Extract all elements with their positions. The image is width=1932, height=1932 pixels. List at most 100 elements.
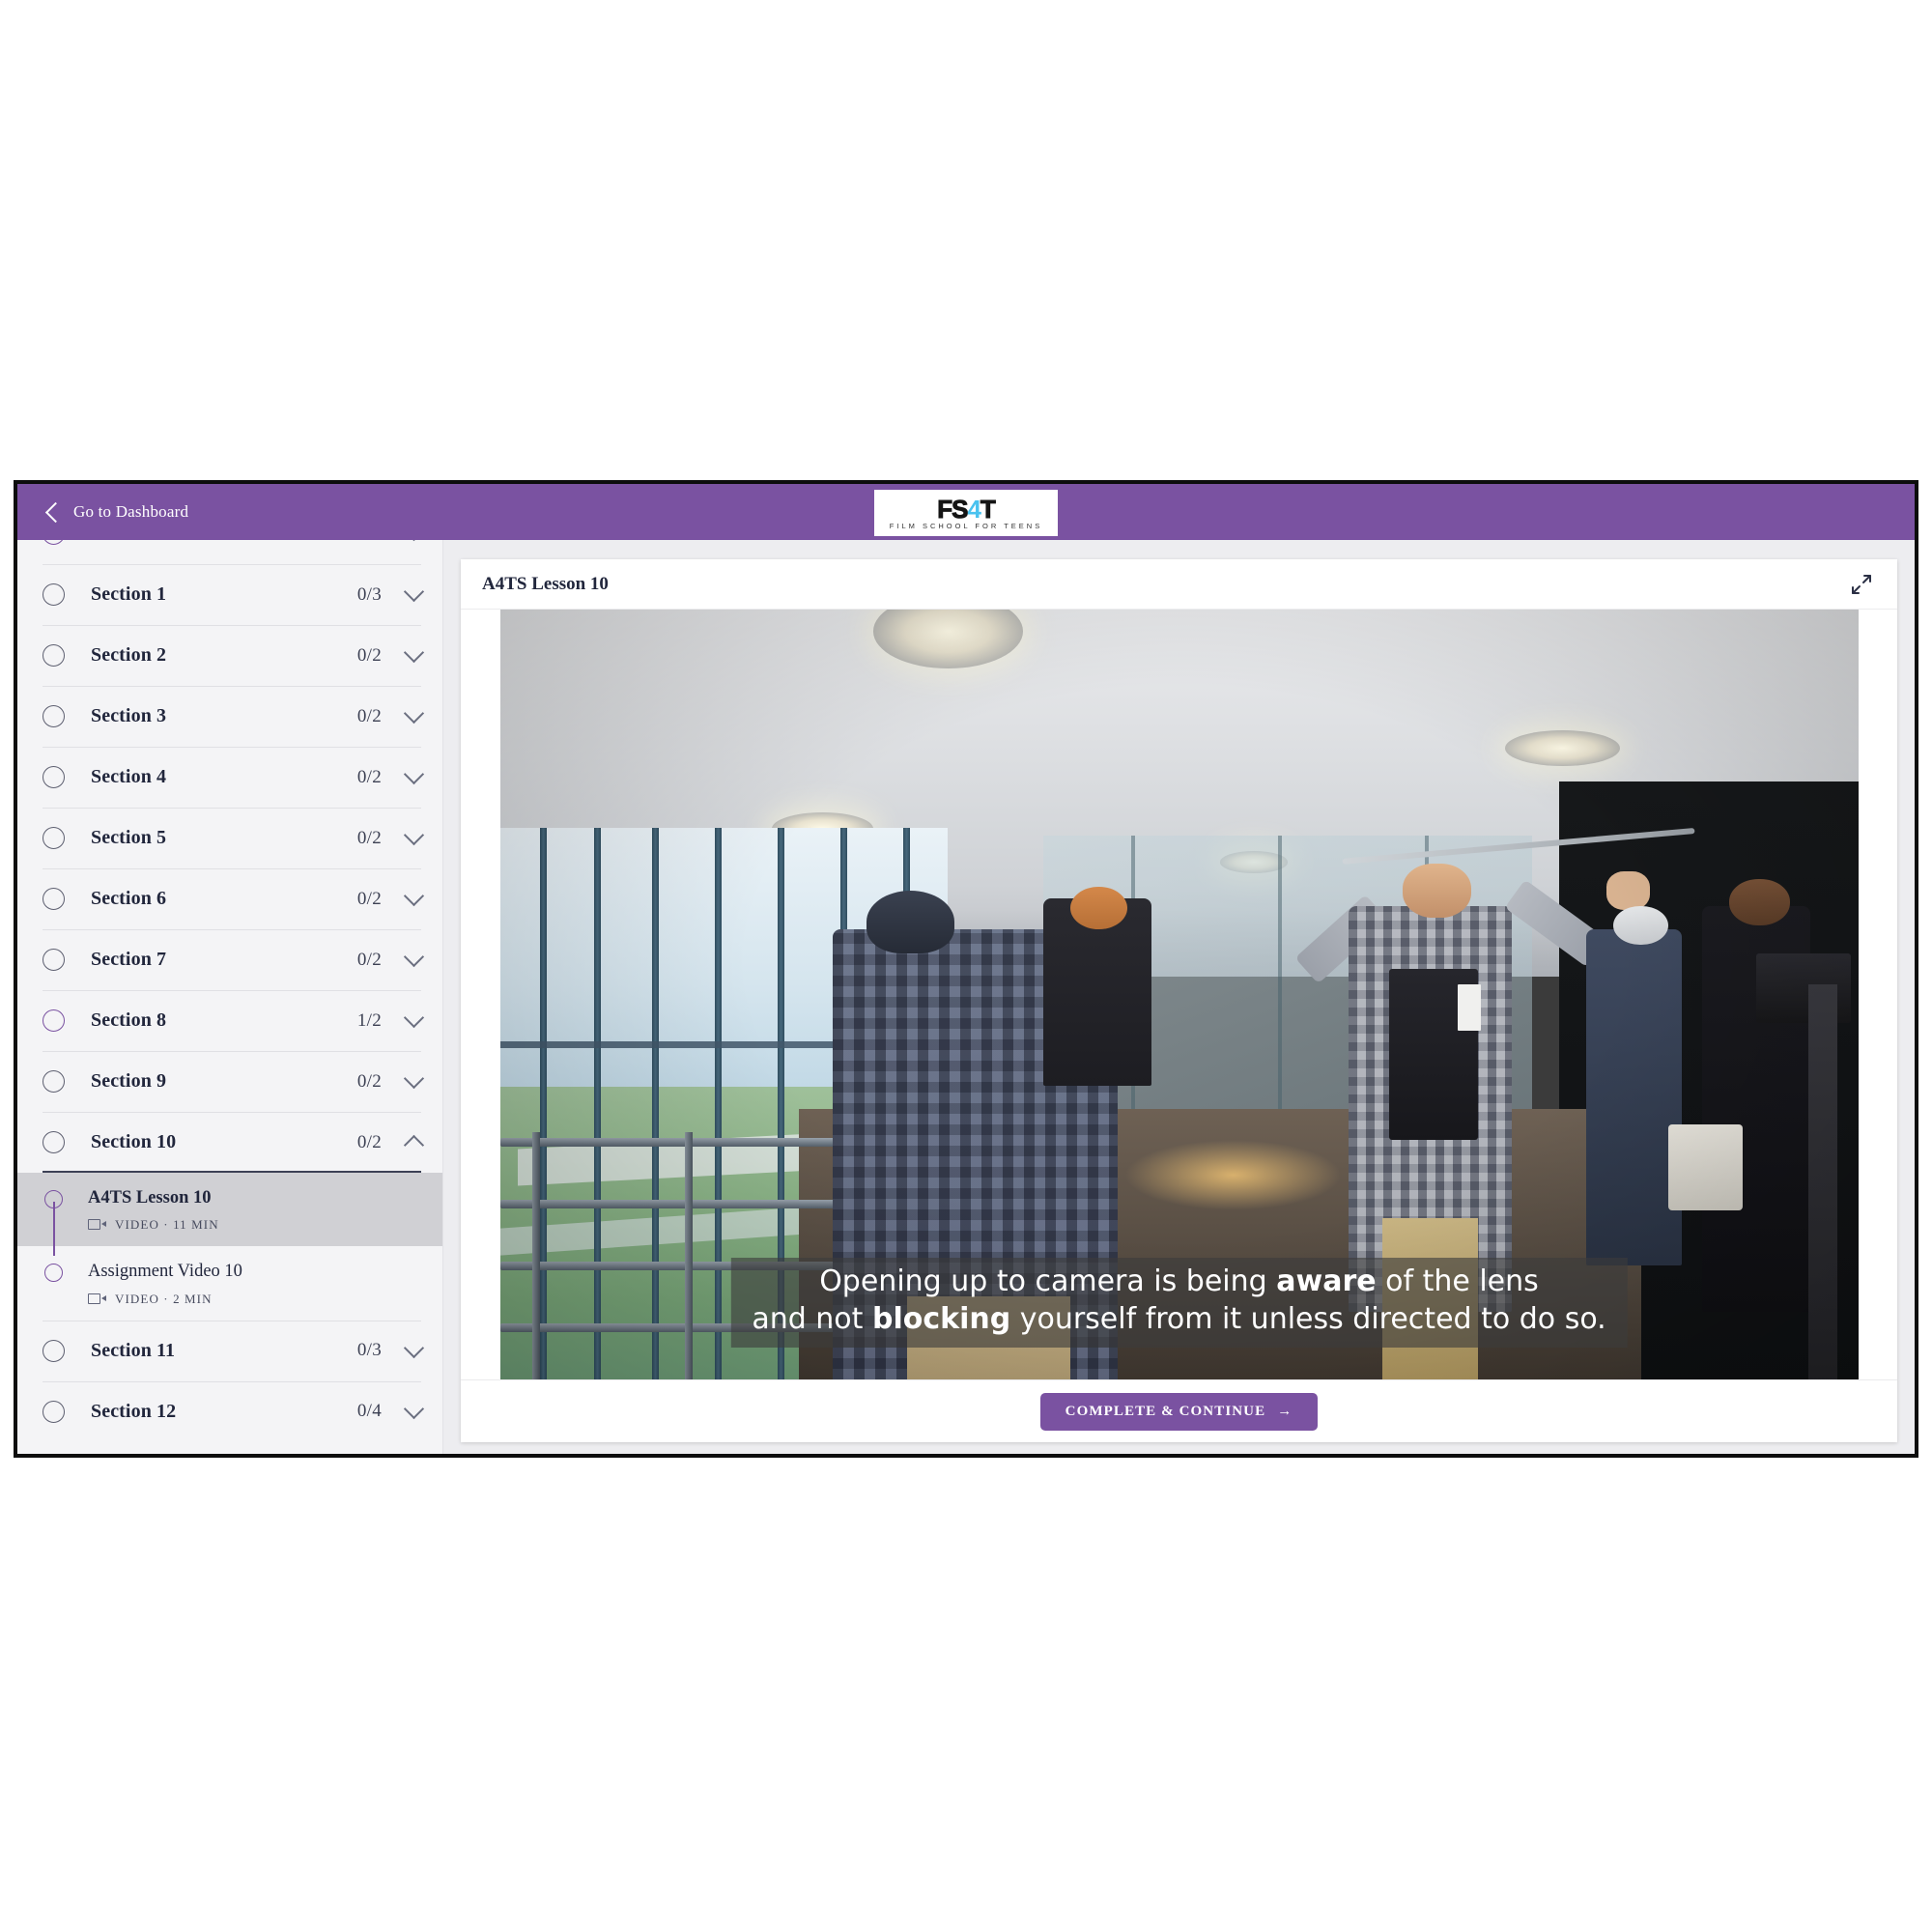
section-progress-count: 0/4 — [356, 1401, 382, 1422]
sidebar-section-3[interactable]: Section 3 0/2 — [17, 686, 442, 747]
caption-text: yourself from it unless directed to do s… — [1010, 1301, 1606, 1336]
section-progress-count: 0/2 — [356, 888, 382, 909]
chevron-down-icon[interactable] — [403, 763, 425, 785]
lesson-item-a4ts-lesson-10[interactable]: A4TS Lesson 10 VIDEO · 11 MIN — [17, 1173, 442, 1256]
sidebar-section-1[interactable]: Section 1 0/3 — [17, 564, 442, 625]
chevron-down-icon[interactable] — [403, 824, 425, 846]
lesson-title: A4TS Lesson 10 — [88, 1188, 212, 1208]
section-progress-count: 0/2 — [356, 705, 382, 726]
section-title: Section 2 — [91, 644, 167, 666]
chevron-down-icon[interactable] — [403, 540, 425, 542]
section-status-ring — [43, 888, 65, 910]
section-progress-count: 1/2 — [357, 540, 382, 545]
section-status-ring — [43, 644, 65, 667]
lesson-title: Assignment Video 10 — [88, 1262, 242, 1282]
section-title: Section 12 — [91, 1400, 177, 1422]
sidebar-section-5[interactable]: Section 5 0/2 — [17, 808, 442, 868]
section-progress-count: 1/2 — [356, 1009, 382, 1031]
section-title: Orientation — [91, 540, 357, 545]
chevron-down-icon[interactable] — [403, 1007, 425, 1029]
expand-arrows-icon[interactable] — [1849, 572, 1874, 597]
section-progress-count: 0/2 — [356, 644, 382, 666]
section-title: Section 5 — [91, 827, 167, 848]
lesson-subtitle: VIDEO · 11 MIN — [88, 1217, 219, 1233]
section-title: Section 7 — [91, 949, 167, 970]
logo-wordmark: FS 4 T — [937, 494, 997, 524]
chevron-down-icon[interactable] — [403, 1398, 425, 1419]
section-progress-count: 0/2 — [356, 827, 382, 848]
section-progress-count: 0/3 — [356, 1340, 382, 1361]
section-title: Section 9 — [91, 1070, 167, 1092]
video-camera-icon — [88, 1219, 106, 1231]
go-to-dashboard-label: Go to Dashboard — [73, 502, 189, 521]
sidebar-section-4[interactable]: Section 4 0/2 — [17, 747, 442, 808]
content-split: Orientation 1/2 Section 1 0/3 Section 2 … — [17, 540, 1915, 1454]
app-window: Go to Dashboard FS 4 T FILM SCHOOL FOR TEE… — [14, 480, 1918, 1458]
site-logo[interactable]: FS 4 T FILM SCHOOL FOR TEENS — [874, 490, 1058, 536]
section-status-ring — [43, 1131, 65, 1153]
caption-text: of the lens — [1376, 1264, 1539, 1299]
sidebar-section-11[interactable]: Section 11 0/3 — [17, 1320, 442, 1381]
lesson-item-assignment-video-10[interactable]: Assignment Video 10 VIDEO · 2 MIN — [17, 1246, 442, 1320]
section-title: Section 10 — [91, 1131, 177, 1152]
sidebar-section-12[interactable]: Section 12 0/4 — [17, 1380, 442, 1442]
caption-line-1: Opening up to camera is being aware of t… — [752, 1264, 1605, 1300]
logo-tagline: FILM SCHOOL FOR TEENS — [889, 521, 1043, 530]
section-status-ring — [43, 1009, 65, 1032]
chevron-down-icon[interactable] — [403, 1067, 425, 1090]
chevron-down-icon[interactable] — [403, 702, 425, 724]
chevron-down-icon[interactable] — [403, 885, 425, 907]
top-navigation-bar: Go to Dashboard FS 4 T FILM SCHOOL FOR TEE… — [17, 484, 1915, 540]
go-to-dashboard-link[interactable]: Go to Dashboard — [44, 501, 189, 523]
chevron-down-icon[interactable] — [403, 581, 425, 603]
page-root: Go to Dashboard FS 4 T FILM SCHOOL FOR TEE… — [0, 0, 1932, 1932]
lesson-card-header: A4TS Lesson 10 — [461, 559, 1897, 610]
sidebar-section-10[interactable]: Section 10 0/2 — [17, 1112, 442, 1173]
chevron-down-icon[interactable] — [403, 641, 425, 664]
logo-accent: 4 — [967, 494, 981, 524]
chevron-down-icon[interactable] — [403, 1337, 425, 1358]
section-status-ring — [43, 583, 65, 606]
section-title: Section 3 — [91, 705, 167, 726]
section-progress-count: 0/2 — [356, 1070, 382, 1092]
page-title: A4TS Lesson 10 — [482, 573, 609, 594]
section-status-ring — [43, 705, 65, 727]
complete-button-label: COMPLETE & CONTINUE — [1065, 1403, 1266, 1419]
chevron-down-icon[interactable] — [403, 946, 425, 968]
sidebar-section-8[interactable]: Section 8 1/2 — [17, 990, 442, 1051]
chevron-left-icon — [44, 501, 67, 523]
complete-and-continue-button[interactable]: COMPLETE & CONTINUE → — [1039, 1392, 1319, 1431]
section-title: Section 1 — [91, 583, 167, 605]
sidebar-section-6[interactable]: Section 6 0/2 — [17, 868, 442, 929]
caption-text: Opening up to camera is being — [819, 1264, 1277, 1299]
sidebar-scroll-container: Orientation 1/2 Section 1 0/3 Section 2 … — [17, 540, 442, 1442]
section-title: Section 6 — [91, 888, 167, 909]
section-progress-count: 0/2 — [356, 1131, 382, 1152]
sidebar-section-9[interactable]: Section 9 0/2 — [17, 1051, 442, 1112]
arrow-right-icon: → — [1277, 1403, 1293, 1419]
video-player-region[interactable]: Opening up to camera is being aware of t… — [461, 610, 1897, 1379]
chevron-up-icon[interactable] — [403, 1134, 425, 1155]
lesson-meta-text: VIDEO · 2 MIN — [115, 1291, 213, 1306]
section-title: Section 4 — [91, 766, 167, 787]
video-camera-icon — [88, 1293, 106, 1305]
lesson-main-area: A4TS Lesson 10 Opening up to camera is b… — [443, 540, 1915, 1454]
lesson-meta-block: A4TS Lesson 10 VIDEO · 11 MIN — [88, 1188, 219, 1233]
sidebar-section-7[interactable]: Section 7 0/2 — [17, 929, 442, 990]
section-status-ring — [43, 766, 65, 788]
section-status-ring — [43, 540, 65, 545]
logo-suffix: T — [980, 494, 996, 524]
video-caption: Opening up to camera is being aware of t… — [730, 1258, 1628, 1348]
lesson-card-footer: COMPLETE & CONTINUE → — [461, 1379, 1897, 1442]
caption-line-2: and not blocking yourself from it unless… — [752, 1301, 1605, 1338]
sidebar-section-orientation[interactable]: Orientation 1/2 — [17, 540, 442, 564]
video-frame[interactable]: Opening up to camera is being aware of t… — [499, 610, 1859, 1379]
section-title: Section 8 — [91, 1009, 167, 1031]
caption-emphasis: aware — [1276, 1264, 1377, 1299]
section-status-ring — [43, 1339, 65, 1362]
logo-primary: FS — [937, 494, 969, 524]
course-curriculum-sidebar[interactable]: Orientation 1/2 Section 1 0/3 Section 2 … — [17, 540, 443, 1454]
lesson-card: A4TS Lesson 10 Opening up to camera is b… — [461, 559, 1897, 1442]
section-status-ring — [43, 949, 65, 971]
sidebar-section-2[interactable]: Section 2 0/2 — [17, 625, 442, 686]
